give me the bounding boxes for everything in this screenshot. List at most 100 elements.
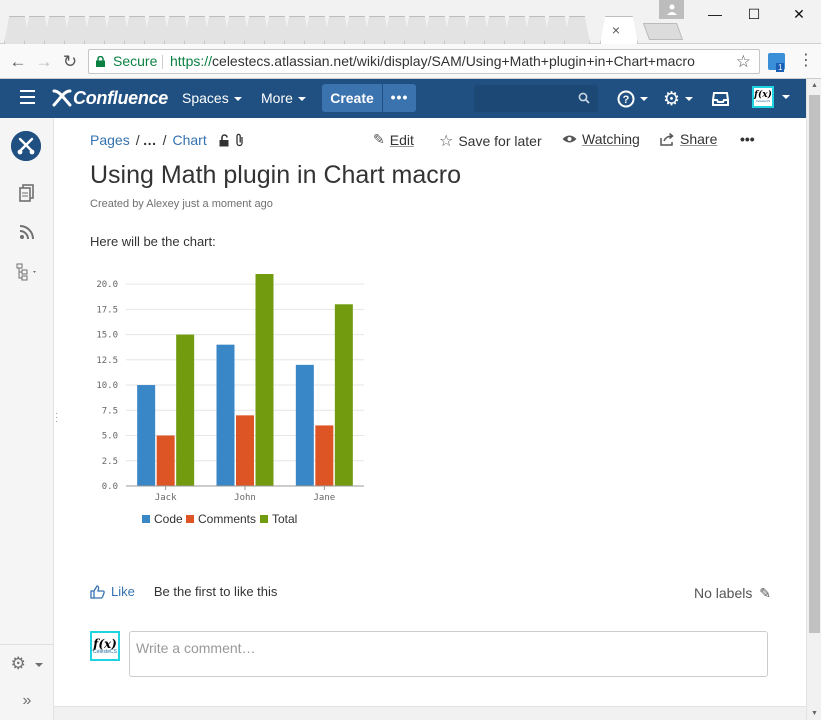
gear-icon: ⚙ bbox=[663, 88, 681, 110]
spaces-menu[interactable]: Spaces bbox=[182, 79, 242, 118]
help-icon: ? bbox=[617, 90, 635, 108]
bookmark-star-icon[interactable]: ☆ bbox=[736, 50, 751, 73]
y-tick-label: 5.0 bbox=[102, 432, 118, 442]
url-text[interactable]: https://celestecs.atlassian.net/wiki/dis… bbox=[170, 50, 695, 73]
chart-legend: Code Comments Total bbox=[142, 512, 297, 526]
help-menu[interactable]: ? bbox=[617, 88, 648, 110]
horizontal-scrollbar[interactable] bbox=[54, 706, 806, 720]
save-for-later-label: Save for later bbox=[458, 133, 542, 149]
lock-icon bbox=[96, 56, 105, 67]
browser-tab[interactable] bbox=[564, 16, 590, 44]
save-for-later-button[interactable]: ☆ Save for later bbox=[439, 131, 542, 151]
watching-button[interactable]: Watching bbox=[562, 131, 640, 147]
vertical-scrollbar[interactable]: ▲ ▼ bbox=[806, 79, 821, 720]
address-bar[interactable]: Secure https://celestecs.atlassian.net/w… bbox=[88, 49, 760, 74]
new-tab-button[interactable] bbox=[642, 23, 684, 40]
page-byline: Created by Alexey just a moment ago bbox=[90, 198, 273, 210]
y-tick-label: 12.5 bbox=[96, 356, 118, 366]
url-path: celestecs.atlassian.net/wiki/display/SAM… bbox=[212, 53, 695, 69]
chart-bar bbox=[156, 435, 175, 486]
page-content: Pages / … / Chart ✎ Edit ☆ Save for late… bbox=[54, 118, 806, 706]
share-button[interactable]: Share bbox=[660, 131, 717, 147]
confluence-logo[interactable]: Confluence bbox=[52, 85, 168, 111]
chart-bar bbox=[137, 385, 156, 486]
scroll-up-arrow-icon[interactable]: ▲ bbox=[807, 82, 821, 89]
eye-icon bbox=[562, 135, 577, 143]
window-maximize-button[interactable]: ☐ bbox=[739, 2, 769, 28]
y-tick-label: 7.5 bbox=[102, 406, 118, 416]
window-minimize-button[interactable]: — bbox=[700, 2, 730, 28]
sidebar-pages-button[interactable] bbox=[0, 184, 54, 207]
rss-icon bbox=[19, 225, 34, 240]
x-tick-label: Jane bbox=[313, 493, 335, 503]
hamburger-menu-icon[interactable] bbox=[20, 90, 35, 104]
breadcrumb-chart-link[interactable]: Chart bbox=[172, 132, 206, 148]
thumbs-up-icon bbox=[90, 584, 105, 599]
chevron-down-icon bbox=[782, 95, 790, 99]
sidebar-page-tree-button[interactable] bbox=[0, 263, 54, 286]
legend-label: Code bbox=[154, 512, 183, 526]
legend-swatch bbox=[186, 515, 194, 523]
sidebar-blog-button[interactable] bbox=[0, 224, 54, 245]
create-more-button[interactable]: ••• bbox=[383, 84, 416, 112]
tab-strip bbox=[4, 16, 590, 44]
edit-button[interactable]: ✎ Edit bbox=[373, 131, 414, 148]
window-close-button[interactable]: ✕ bbox=[784, 2, 814, 28]
comment-input[interactable]: Write a comment… bbox=[129, 631, 768, 677]
reload-icon[interactable]: ↻ bbox=[59, 52, 81, 72]
chevron-down-icon bbox=[297, 97, 306, 102]
more-menu[interactable]: More bbox=[261, 79, 306, 118]
chevron-down-icon bbox=[640, 97, 648, 101]
comment-avatar: f(x) CelesteCS bbox=[90, 631, 120, 661]
unlock-icon[interactable] bbox=[219, 133, 230, 147]
y-tick-label: 2.5 bbox=[102, 457, 118, 467]
search-input[interactable] bbox=[474, 85, 598, 112]
chevron-down-icon bbox=[233, 97, 242, 102]
logo-text: Confluence bbox=[73, 87, 169, 108]
author-link[interactable]: Alexey bbox=[146, 198, 179, 210]
sidebar-collapse-button[interactable]: » bbox=[0, 692, 54, 710]
more-actions-button[interactable]: ••• bbox=[740, 131, 755, 147]
chart-bars bbox=[137, 274, 353, 486]
confluence-header: Confluence Spaces More Create ••• ? ⚙ f(… bbox=[0, 79, 806, 118]
avatar-fx-text: f(x) bbox=[93, 636, 117, 651]
body-paragraph: Here will be the chart: bbox=[90, 234, 216, 249]
space-logo[interactable] bbox=[11, 131, 41, 161]
user-menu[interactable]: f(x) CelesteCS bbox=[752, 86, 790, 108]
legend-label: Comments bbox=[198, 512, 256, 526]
omnibox-divider bbox=[162, 55, 163, 69]
create-button[interactable]: Create bbox=[322, 84, 382, 112]
avatar-inner: f(x) CelesteCS bbox=[92, 633, 118, 659]
no-labels-text: No labels bbox=[694, 585, 753, 601]
attachment-icon[interactable] bbox=[235, 133, 244, 147]
scrollbar-thumb[interactable] bbox=[809, 95, 820, 633]
legend-swatch bbox=[260, 515, 268, 523]
back-arrow-icon[interactable]: ← bbox=[7, 52, 29, 72]
scroll-down-arrow-icon[interactable]: ▼ bbox=[807, 710, 821, 717]
labels-section[interactable]: No labels ✎ bbox=[694, 585, 771, 602]
user-profile-icon[interactable] bbox=[659, 0, 684, 19]
byline-prefix: Created by bbox=[90, 198, 144, 210]
svg-text:?: ? bbox=[623, 94, 630, 106]
settings-menu[interactable]: ⚙ bbox=[663, 88, 694, 110]
chart-bar bbox=[295, 364, 314, 486]
breadcrumb-separator: / bbox=[162, 132, 167, 148]
inbox-icon bbox=[712, 92, 729, 106]
notifications-button[interactable] bbox=[712, 88, 729, 110]
like-button[interactable]: Like bbox=[90, 584, 135, 599]
forward-arrow-icon[interactable]: → bbox=[33, 52, 55, 72]
scissors-icon bbox=[11, 131, 41, 161]
star-icon: ☆ bbox=[439, 133, 454, 150]
breadcrumb: Pages / … / Chart bbox=[90, 132, 244, 148]
browser-menu-icon[interactable]: ⋮ bbox=[798, 52, 814, 70]
breadcrumb-ellipsis[interactable]: … bbox=[143, 132, 157, 148]
like-label: Like bbox=[111, 584, 135, 599]
secure-label: Secure bbox=[113, 53, 158, 69]
y-tick-label: 20.0 bbox=[96, 280, 118, 290]
avatar-caption: CelesteCS bbox=[93, 648, 117, 655]
tab-close-icon[interactable]: × bbox=[609, 22, 623, 38]
sidebar-divider bbox=[0, 644, 54, 645]
breadcrumb-pages-link[interactable]: Pages bbox=[90, 132, 130, 148]
pencil-icon[interactable]: ✎ bbox=[759, 585, 771, 601]
sidebar-settings-button[interactable]: ⚙ bbox=[0, 654, 54, 674]
